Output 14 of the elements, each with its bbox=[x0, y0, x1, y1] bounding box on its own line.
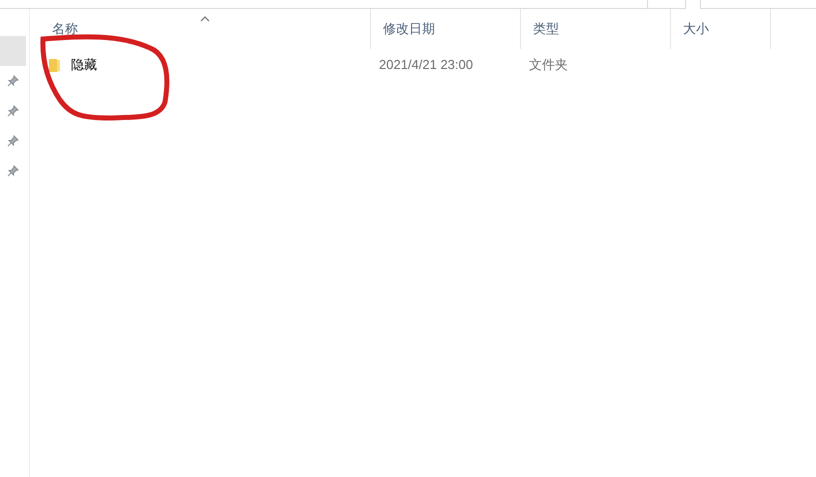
column-header[interactable]: 大小 bbox=[671, 9, 771, 49]
pin-icon bbox=[7, 75, 19, 87]
column-header[interactable]: 修改日期 bbox=[371, 9, 521, 49]
column-header[interactable]: 名称 bbox=[40, 9, 371, 49]
pin-icon bbox=[7, 105, 19, 117]
column-header[interactable]: 类型 bbox=[521, 9, 671, 49]
pin-icon bbox=[7, 165, 19, 177]
file-name: 隐藏 bbox=[71, 56, 97, 74]
modified-date: 2021/4/21 23:00 bbox=[379, 57, 473, 72]
file-type: 文件夹 bbox=[529, 57, 568, 72]
file-row[interactable]: 隐藏 2021/4/21 23:00 文件夹 bbox=[40, 52, 816, 78]
sort-caret-icon bbox=[200, 16, 210, 22]
folder-icon bbox=[48, 57, 62, 73]
pin-icon bbox=[7, 135, 19, 147]
